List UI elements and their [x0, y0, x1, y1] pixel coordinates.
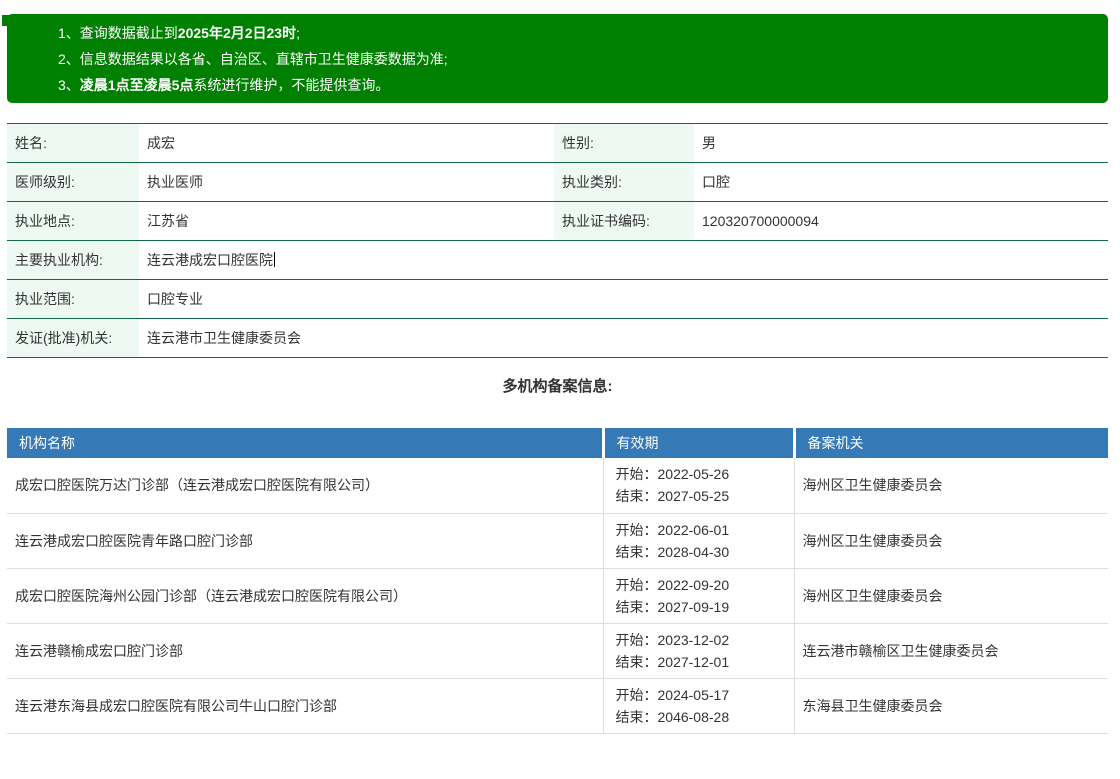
notice-text-bold: 2025年2月2日23时 — [178, 25, 296, 41]
notice-number: 2、 — [58, 51, 80, 67]
field-label-practice-location: 执业地点: — [7, 202, 139, 241]
column-header-validity: 有效期 — [603, 428, 794, 458]
authority-cell: 海州区卫生健康委员会 — [794, 513, 1108, 568]
table-row: 执业地点: 江苏省 执业证书编码: 120320700000094 — [7, 202, 1108, 241]
validity-start: 开始：2022-09-20 — [616, 574, 784, 596]
validity-start: 开始：2022-06-01 — [616, 519, 784, 541]
practitioner-info-table: 姓名: 成宏 性别: 男 医师级别: 执业医师 执业类别: 口腔 执业地点: 江… — [7, 123, 1108, 358]
main-org-text: 连云港成宏口腔医院 — [147, 252, 273, 268]
table-row: 连云港东海县成宏口腔医院有限公司牛山口腔门诊部 开始：2024-05-17 结束… — [7, 678, 1108, 733]
table-row: 发证(批准)机关: 连云港市卫生健康委员会 — [7, 319, 1108, 358]
notice-line-1: 1、查询数据截止到2025年2月2日23时; — [58, 20, 1088, 46]
validity-end: 结束：2027-05-25 — [616, 485, 784, 507]
field-label-practice-category: 执业类别: — [554, 163, 694, 202]
corner-green-square — [2, 15, 13, 26]
notice-text: ; — [296, 25, 300, 41]
table-row: 连云港赣榆成宏口腔门诊部 开始：2023-12-02 结束：2027-12-01… — [7, 623, 1108, 678]
table-header-row: 机构名称 有效期 备案机关 — [7, 428, 1108, 458]
org-name-cell: 连云港赣榆成宏口腔门诊部 — [7, 623, 603, 678]
field-label-main-org: 主要执业机构: — [7, 241, 139, 280]
field-value-issuing-authority: 连云港市卫生健康委员会 — [139, 319, 1108, 358]
field-label-issuing-authority: 发证(批准)机关: — [7, 319, 139, 358]
field-label-name: 姓名: — [7, 124, 139, 163]
notice-text-bold: 凌晨1点至凌晨5点 — [80, 77, 194, 93]
org-name-cell: 连云港成宏口腔医院青年路口腔门诊部 — [7, 513, 603, 568]
field-label-gender: 性别: — [554, 124, 694, 163]
notice-line-2: 2、信息数据结果以各省、自治区、直辖市卫生健康委数据为准; — [58, 46, 1088, 72]
authority-cell: 海州区卫生健康委员会 — [794, 458, 1108, 513]
notice-banner: 1、查询数据截止到2025年2月2日23时; 2、信息数据结果以各省、自治区、直… — [7, 14, 1108, 103]
validity-end: 结束：2028-04-30 — [616, 541, 784, 563]
validity-cell: 开始：2022-05-26 结束：2027-05-25 — [603, 458, 794, 513]
table-row: 医师级别: 执业医师 执业类别: 口腔 — [7, 163, 1108, 202]
authority-cell: 海州区卫生健康委员会 — [794, 568, 1108, 623]
validity-start: 开始：2023-12-02 — [616, 629, 784, 651]
text-cursor — [274, 252, 275, 267]
section-title: 多机构备案信息: — [7, 375, 1108, 396]
notice-text: 信息数据结果以各省、自治区、直辖市卫生健康委数据为准; — [80, 51, 448, 67]
validity-end: 结束：2027-12-01 — [616, 651, 784, 673]
table-row: 成宏口腔医院海州公园门诊部（连云港成宏口腔医院有限公司） 开始：2022-09-… — [7, 568, 1108, 623]
validity-end: 结束：2027-09-19 — [616, 596, 784, 618]
validity-cell: 开始：2024-05-17 结束：2046-08-28 — [603, 678, 794, 733]
field-label-practice-scope: 执业范围: — [7, 280, 139, 319]
field-value-practice-category: 口腔 — [694, 163, 1108, 202]
field-value-doctor-level: 执业医师 — [139, 163, 554, 202]
validity-start: 开始：2022-05-26 — [616, 463, 784, 485]
table-row: 连云港成宏口腔医院青年路口腔门诊部 开始：2022-06-01 结束：2028-… — [7, 513, 1108, 568]
table-row: 执业范围: 口腔专业 — [7, 280, 1108, 319]
authority-cell: 连云港市赣榆区卫生健康委员会 — [794, 623, 1108, 678]
org-name-cell: 成宏口腔医院万达门诊部（连云港成宏口腔医院有限公司） — [7, 458, 603, 513]
validity-end: 结束：2046-08-28 — [616, 706, 784, 728]
notice-line-3: 3、凌晨1点至凌晨5点系统进行维护，不能提供查询。 — [58, 72, 1088, 98]
validity-cell: 开始：2023-12-02 结束：2027-12-01 — [603, 623, 794, 678]
column-header-org-name: 机构名称 — [7, 428, 603, 458]
field-value-main-org[interactable]: 连云港成宏口腔医院 — [139, 241, 1108, 280]
field-value-practice-location: 江苏省 — [139, 202, 554, 241]
field-value-name: 成宏 — [139, 124, 554, 163]
table-row: 主要执业机构: 连云港成宏口腔医院 — [7, 241, 1108, 280]
field-value-gender: 男 — [694, 124, 1108, 163]
field-value-certificate-number: 120320700000094 — [694, 202, 1108, 241]
validity-start: 开始：2024-05-17 — [616, 684, 784, 706]
field-label-certificate-number: 执业证书编码: — [554, 202, 694, 241]
authority-cell: 东海县卫生健康委员会 — [794, 678, 1108, 733]
notice-number: 1、 — [58, 25, 80, 41]
validity-cell: 开始：2022-06-01 结束：2028-04-30 — [603, 513, 794, 568]
field-label-doctor-level: 医师级别: — [7, 163, 139, 202]
notice-text: 系统进行维护，不能提供查询。 — [193, 77, 389, 93]
org-name-cell: 成宏口腔医院海州公园门诊部（连云港成宏口腔医院有限公司） — [7, 568, 603, 623]
notice-number: 3、 — [58, 77, 80, 93]
org-name-cell: 连云港东海县成宏口腔医院有限公司牛山口腔门诊部 — [7, 678, 603, 733]
org-registration-table: 机构名称 有效期 备案机关 成宏口腔医院万达门诊部（连云港成宏口腔医院有限公司）… — [7, 428, 1108, 734]
notice-text: 查询数据截止到 — [80, 25, 178, 41]
column-header-authority: 备案机关 — [794, 428, 1108, 458]
field-value-practice-scope: 口腔专业 — [139, 280, 1108, 319]
table-row: 成宏口腔医院万达门诊部（连云港成宏口腔医院有限公司） 开始：2022-05-26… — [7, 458, 1108, 513]
validity-cell: 开始：2022-09-20 结束：2027-09-19 — [603, 568, 794, 623]
table-row: 姓名: 成宏 性别: 男 — [7, 124, 1108, 163]
